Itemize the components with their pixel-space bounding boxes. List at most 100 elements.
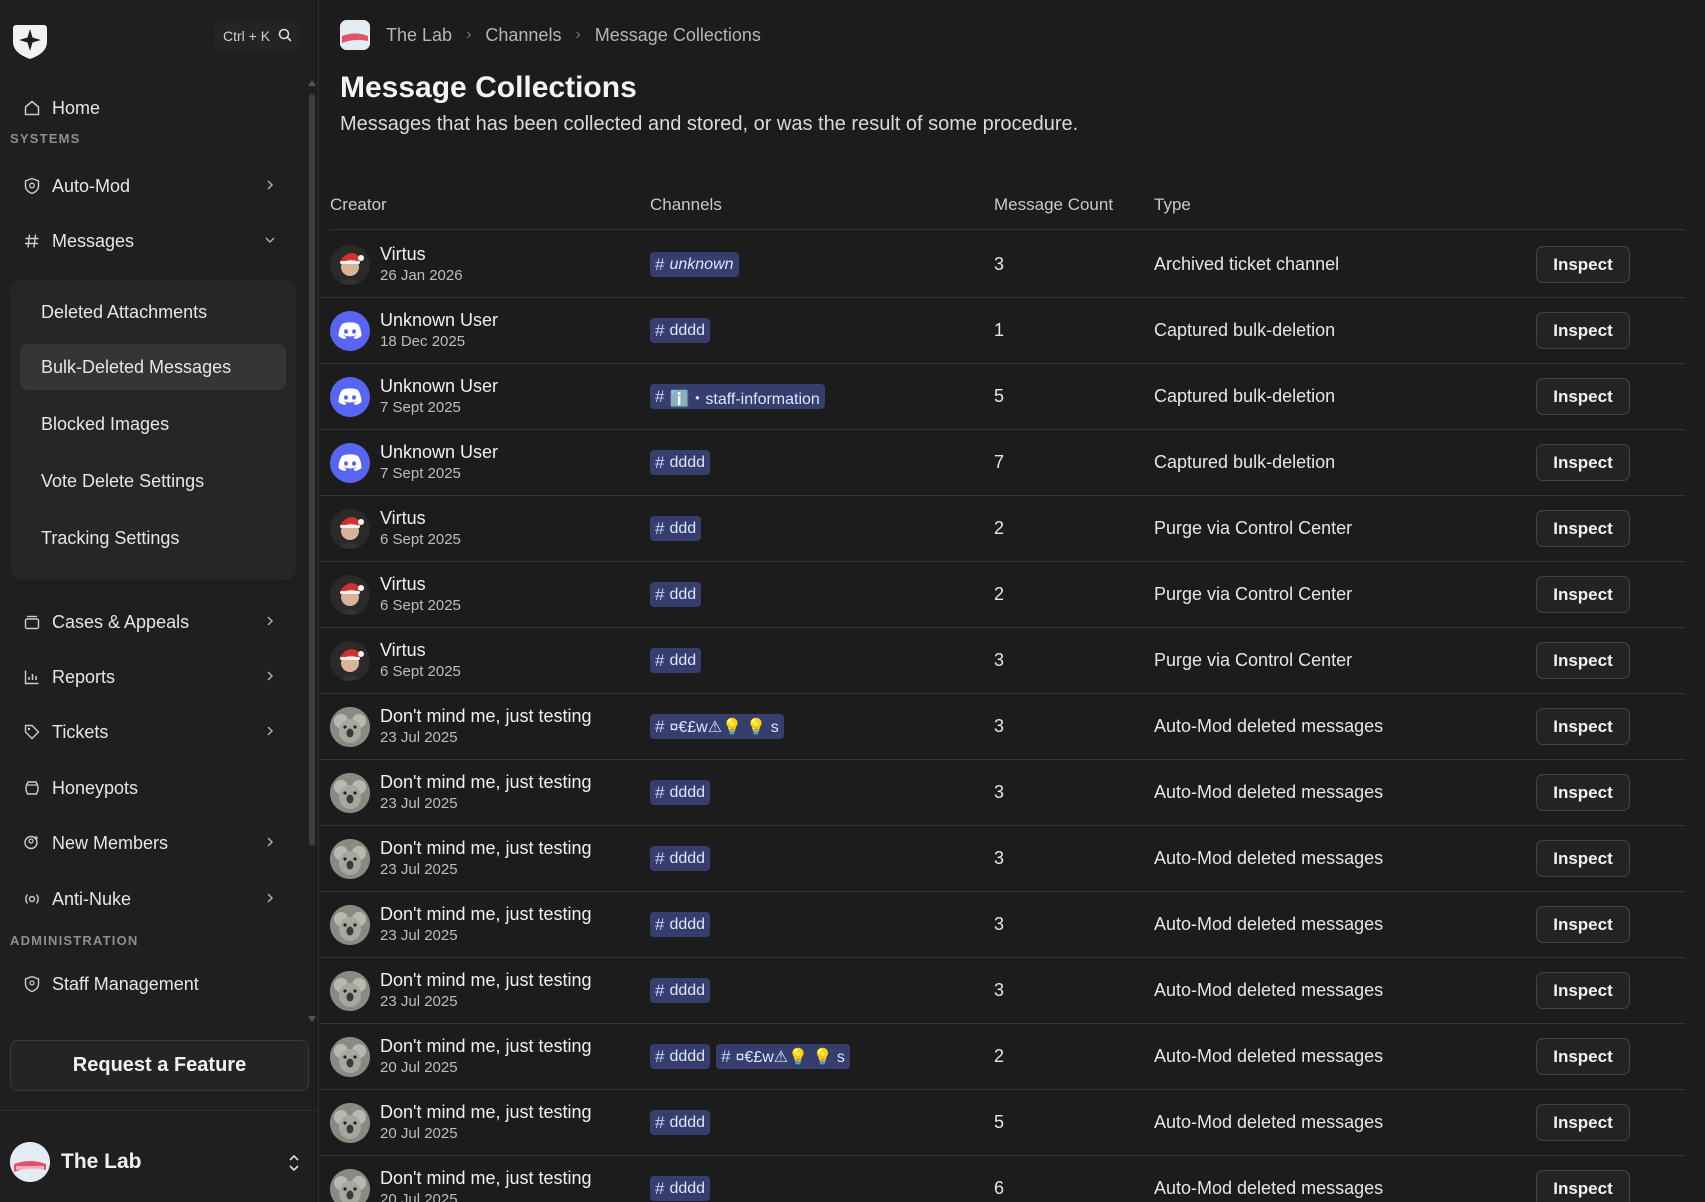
message-count: 1 bbox=[994, 320, 1005, 340]
sidebar-scrollbar[interactable] bbox=[308, 80, 316, 1022]
creator-date: 23 Jul 2025 bbox=[380, 993, 458, 1010]
server-switcher[interactable]: The Lab bbox=[10, 1141, 310, 1183]
sidebar-item-label: Honeypots bbox=[52, 777, 139, 798]
channel-chip[interactable]: # dddd bbox=[650, 780, 711, 805]
page-subtitle: Messages that has been collected and sto… bbox=[340, 113, 1079, 135]
section-label-administration: ADMINISTRATION bbox=[10, 933, 139, 948]
sidebar-scroll-thumb[interactable] bbox=[309, 94, 315, 846]
creator-date: 23 Jul 2025 bbox=[380, 861, 458, 878]
channel-name: dddd bbox=[669, 783, 706, 801]
message-count: 7 bbox=[994, 452, 1005, 472]
sidebar-item-staff-management[interactable]: Staff Management bbox=[10, 962, 296, 1006]
inspect-button[interactable]: Inspect bbox=[1536, 642, 1630, 679]
message-count: 5 bbox=[994, 1112, 1005, 1132]
inspect-button[interactable]: Inspect bbox=[1536, 906, 1630, 943]
table-row: Don't mind me, just testing 23 Jul 2025 … bbox=[320, 958, 1685, 1024]
channel-name: ¤€£w⚠💡 💡 s bbox=[735, 1048, 845, 1066]
sidebar-item-automod[interactable]: Auto-Mod bbox=[10, 164, 296, 208]
channel-name: dddd bbox=[669, 1113, 706, 1131]
channel-name: dddd bbox=[669, 321, 706, 339]
channel-chip[interactable]: # ¤€£w⚠💡 💡 s bbox=[650, 714, 784, 739]
scroll-up-arrow[interactable] bbox=[308, 80, 316, 86]
sidebar-nav: Home SYSTEMS Auto-Mod Messages Deleted A… bbox=[0, 80, 310, 1022]
channel-chip[interactable]: # dddd bbox=[650, 1176, 711, 1201]
creator-name: Don't mind me, just testing bbox=[380, 838, 592, 858]
table-row: Don't mind me, just testing 23 Jul 2025 … bbox=[320, 694, 1685, 760]
inspect-button[interactable]: Inspect bbox=[1536, 1038, 1630, 1075]
search-shortcut-button[interactable]: Ctrl + K bbox=[214, 21, 302, 51]
channel-chip[interactable]: # dddd bbox=[650, 1110, 711, 1135]
message-count: 2 bbox=[994, 518, 1005, 538]
channel-chip[interactable]: # dddd bbox=[650, 846, 711, 871]
hash-icon: # bbox=[721, 1046, 731, 1066]
sidebar-item-anti-nuke[interactable]: Anti-Nuke bbox=[10, 877, 296, 921]
sidebar-item-tickets[interactable]: Tickets bbox=[10, 710, 296, 754]
user-avatar bbox=[330, 245, 370, 285]
submenu-item-deleted-attachments[interactable]: Deleted Attachments bbox=[20, 289, 286, 335]
sidebar-item-label: Auto-Mod bbox=[52, 175, 131, 196]
channel-chip[interactable]: # dddd bbox=[650, 912, 711, 937]
inspect-button[interactable]: Inspect bbox=[1536, 576, 1630, 613]
user-avatar bbox=[330, 707, 370, 747]
page-title: Message Collections bbox=[340, 71, 637, 104]
message-count: 3 bbox=[994, 980, 1005, 1000]
scroll-down-arrow[interactable] bbox=[308, 1016, 316, 1022]
submenu-item-bulk-deleted[interactable]: Bulk-Deleted Messages bbox=[20, 344, 286, 390]
channel-chip[interactable]: # ddd bbox=[650, 648, 702, 673]
table-row: Don't mind me, just testing 23 Jul 2025 … bbox=[320, 892, 1685, 958]
inspect-button[interactable]: Inspect bbox=[1536, 774, 1630, 811]
creator-date: 23 Jul 2025 bbox=[380, 927, 458, 944]
inspect-button[interactable]: Inspect bbox=[1536, 1104, 1630, 1141]
channel-list: # ddd bbox=[650, 582, 702, 607]
hash-icon: # bbox=[655, 386, 665, 406]
inspect-button[interactable]: Inspect bbox=[1536, 246, 1630, 283]
channel-chip[interactable]: # ddd bbox=[650, 516, 702, 541]
inspect-button[interactable]: Inspect bbox=[1536, 708, 1630, 745]
sidebar-item-new-members[interactable]: New Members bbox=[10, 821, 296, 865]
creator-name: Don't mind me, just testing bbox=[380, 706, 592, 726]
sidebar-item-cases[interactable]: Cases & Appeals bbox=[10, 600, 296, 644]
message-count: 2 bbox=[994, 1046, 1005, 1066]
messages-submenu: Deleted Attachments Bulk-Deleted Message… bbox=[10, 280, 296, 580]
creator-date: 6 Sept 2025 bbox=[380, 663, 461, 680]
main-content: The Lab › Channels › Message Collections… bbox=[320, 0, 1685, 1202]
inspect-button[interactable]: Inspect bbox=[1536, 312, 1630, 349]
submenu-item-blocked-images[interactable]: Blocked Images bbox=[20, 401, 286, 447]
channel-chip[interactable]: # ℹ️・staff-information bbox=[650, 384, 825, 409]
user-avatar bbox=[330, 1103, 370, 1143]
inspect-button[interactable]: Inspect bbox=[1536, 972, 1630, 1009]
chevron-right-icon bbox=[262, 890, 278, 906]
collection-type: Auto-Mod deleted messages bbox=[1154, 1178, 1384, 1198]
chevron-right-icon bbox=[262, 723, 278, 739]
inspect-button[interactable]: Inspect bbox=[1536, 510, 1630, 547]
sidebar-item-reports[interactable]: Reports bbox=[10, 655, 296, 699]
channel-chip[interactable]: # dddd bbox=[650, 978, 711, 1003]
breadcrumb-server[interactable]: The Lab bbox=[386, 25, 452, 46]
message-count: 6 bbox=[994, 1178, 1005, 1198]
inspect-button[interactable]: Inspect bbox=[1536, 840, 1630, 877]
sidebar-item-honeypots[interactable]: Honeypots bbox=[10, 766, 296, 810]
inspect-button[interactable]: Inspect bbox=[1536, 1170, 1630, 1202]
app-logo[interactable] bbox=[10, 20, 50, 60]
sidebar-item-label: Staff Management bbox=[52, 973, 199, 994]
breadcrumb-section[interactable]: Channels bbox=[485, 25, 561, 46]
submenu-item-tracking[interactable]: Tracking Settings bbox=[20, 515, 286, 561]
chevron-right-icon bbox=[262, 613, 278, 629]
channel-chip[interactable]: # unknown bbox=[650, 252, 739, 277]
channel-chip[interactable]: # dddd bbox=[650, 450, 711, 475]
channel-chip[interactable]: # ddd bbox=[650, 582, 702, 607]
creator-date: 6 Sept 2025 bbox=[380, 597, 461, 614]
server-avatar bbox=[340, 20, 370, 50]
sidebar-item-home[interactable]: Home bbox=[10, 86, 296, 130]
request-feature-button[interactable]: Request a Feature bbox=[10, 1040, 309, 1091]
inspect-button[interactable]: Inspect bbox=[1536, 444, 1630, 481]
submenu-item-vote-delete[interactable]: Vote Delete Settings bbox=[20, 458, 286, 504]
channel-chip[interactable]: # ¤€£w⚠💡 💡 s bbox=[716, 1044, 850, 1069]
creator-name: Don't mind me, just testing bbox=[380, 1102, 592, 1122]
channel-chip[interactable]: # dddd bbox=[650, 1044, 711, 1069]
inspect-button[interactable]: Inspect bbox=[1536, 378, 1630, 415]
creator-name: Unknown User bbox=[380, 310, 499, 330]
sidebar-item-messages[interactable]: Messages bbox=[10, 219, 296, 263]
channel-chip[interactable]: # dddd bbox=[650, 318, 711, 343]
table-row: Virtus 6 Sept 2025 # ddd 2 Purge via Cont… bbox=[320, 496, 1685, 562]
